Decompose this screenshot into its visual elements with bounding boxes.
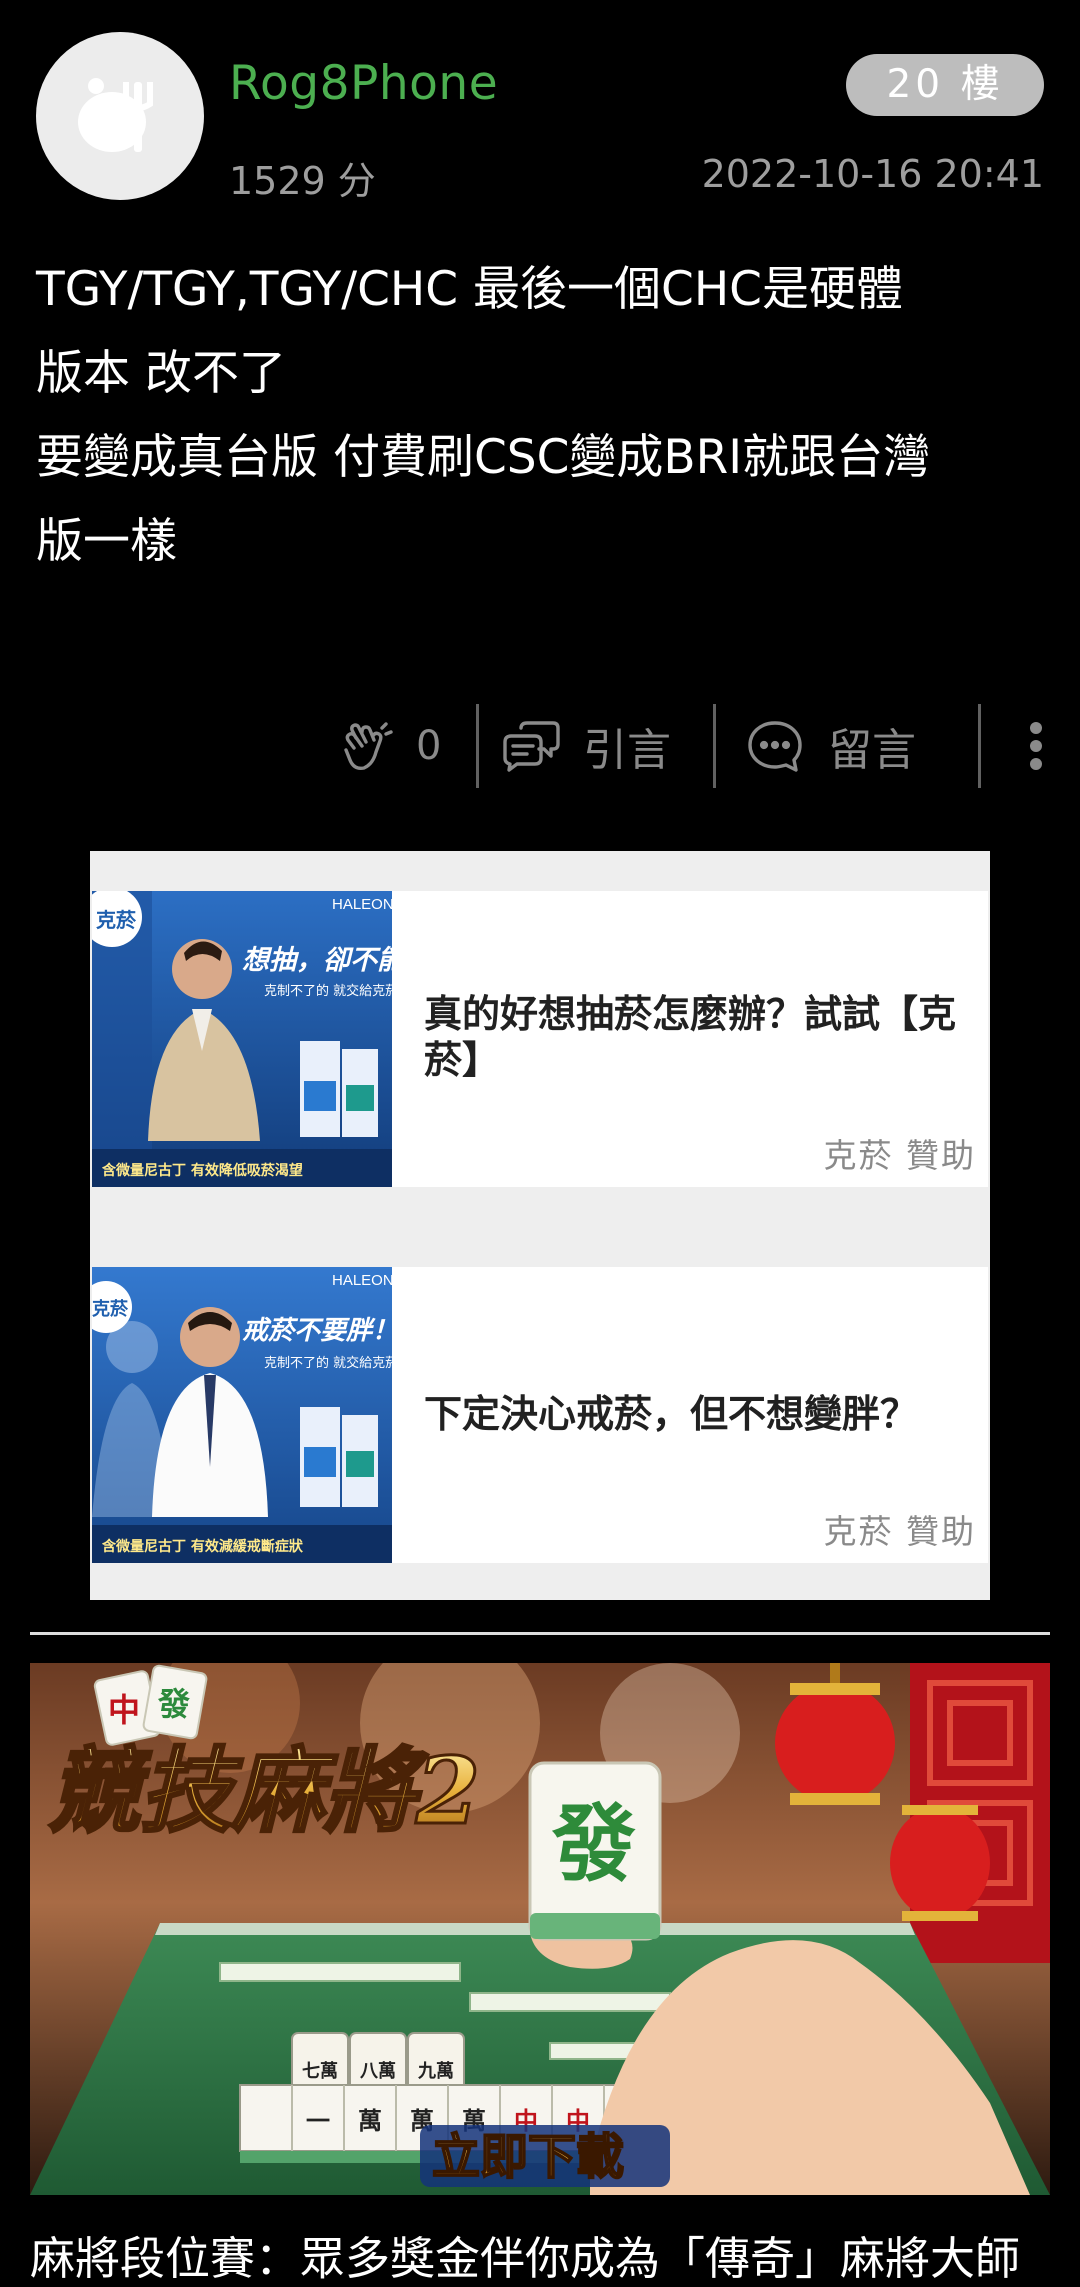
clap-icon: [344, 722, 393, 771]
more-options-button[interactable]: [981, 700, 1080, 792]
ad-sponsor-label: 克菸 贊助: [823, 1512, 976, 1551]
ad-thumbnail: 克菸 HALEON 戒菸不要胖！ 克制不了的 就交給克菸 含微量尼古丁 有效減緩…: [92, 1267, 392, 1563]
corner-tile-label: 中: [108, 1691, 140, 1729]
post-timestamp: 2022-10-16 20:41: [701, 152, 1044, 196]
quote-bubble-icon: [503, 721, 560, 772]
comment-bubble-icon: [748, 721, 802, 772]
post-content: TGY/TGY,TGY/CHC 最後一個CHC是硬體 版本 改不了 要變成真台版…: [36, 248, 1046, 584]
post-content-line: 要變成真台版 付費刷CSC變成BRI就跟台灣: [36, 430, 931, 485]
ad-headline: 想抽，卻不能抽？: [242, 945, 392, 976]
quote-button[interactable]: 引言: [479, 700, 713, 792]
ad-title[interactable]: 真的好想抽菸怎麼辦？試試【克菸】: [424, 991, 964, 1083]
ad-thumbnail: 克菸 HALEON 想抽，卻不能抽？ 克制不了的 就交給克菸 含微量尼古丁 有效…: [92, 891, 392, 1187]
corner-tile-label: 發: [157, 1685, 190, 1723]
quote-label: 引言: [583, 725, 671, 776]
sponsored-ad-card[interactable]: 克菸 HALEON 想抽，卻不能抽？ 克制不了的 就交給克菸 含微量尼古丁 有效…: [92, 891, 988, 1187]
held-tile-label: 發: [551, 1794, 636, 1893]
ad-brand-text: HALEON: [332, 896, 392, 913]
ad-footer-text: 含微量尼古丁 有效降低吸菸渴望: [102, 1162, 303, 1179]
download-cta[interactable]: 立即下載: [420, 2125, 670, 2187]
banner-caption[interactable]: 麻將段位賽：眾多獎金伴你成為「傳奇」麻將大師: [30, 2222, 1070, 2287]
post-content-line: 版本 改不了: [36, 346, 286, 401]
tile-label: 八萬: [360, 2061, 396, 2082]
tile-label: 一: [306, 2106, 330, 2135]
username[interactable]: Rog8Phone: [229, 56, 498, 111]
reply-button[interactable]: 留言: [716, 700, 978, 792]
sponsored-content: 克菸 HALEON 想抽，卻不能抽？ 克制不了的 就交給克菸 含微量尼古丁 有效…: [90, 851, 990, 1600]
ad-subline: 克制不了的 就交給克菸: [264, 1355, 392, 1371]
user-score: 1529 分: [229, 159, 376, 203]
ad-logo-text: 克菸: [96, 908, 137, 932]
game-title: 競技麻將2: [48, 1737, 480, 1845]
tile-label: 九萬: [417, 2061, 454, 2082]
held-tile: 發: [528, 1761, 662, 1941]
avatar[interactable]: [36, 32, 204, 200]
more-vertical-icon: [1030, 722, 1042, 770]
download-cta-label: 立即下載: [432, 2129, 624, 2185]
ad-title[interactable]: 下定決心戒菸，但不想變胖？: [424, 1391, 964, 1437]
sponsored-ad-card[interactable]: 克菸 HALEON 戒菸不要胖！ 克制不了的 就交給克菸 含微量尼古丁 有效減緩…: [92, 1267, 988, 1563]
post-content-line: TGY/TGY,TGY/CHC 最後一個CHC是硬體: [36, 262, 903, 317]
game-ad-banner[interactable]: 七萬 八萬 九萬 一 萬 萬 萬 中 中 中 發 發: [30, 1663, 1050, 2195]
ad-sponsor-label: 克菸 贊助: [823, 1136, 976, 1175]
ad-logo-text: 克菸: [92, 1298, 129, 1320]
tile-label: 萬: [358, 2106, 382, 2135]
ad-subline: 克制不了的 就交給克菸: [264, 983, 392, 999]
post-action-bar: 0 引言 留言: [340, 700, 1080, 792]
section-divider: [30, 1632, 1050, 1635]
ad-footer-text: 含微量尼古丁 有效減緩戒斷症狀: [102, 1538, 304, 1555]
tile-label: 七萬: [302, 2061, 338, 2082]
floor-badge: 20 樓: [846, 54, 1044, 116]
default-avatar-icon: [78, 78, 153, 152]
ad-brand-text: HALEON: [332, 1272, 392, 1289]
post-content-line: 版一樣: [36, 514, 177, 569]
ad-headline: 戒菸不要胖！: [242, 1316, 392, 1346]
like-button[interactable]: 0: [340, 700, 476, 792]
like-count: 0: [416, 723, 442, 769]
reply-label: 留言: [828, 725, 916, 776]
